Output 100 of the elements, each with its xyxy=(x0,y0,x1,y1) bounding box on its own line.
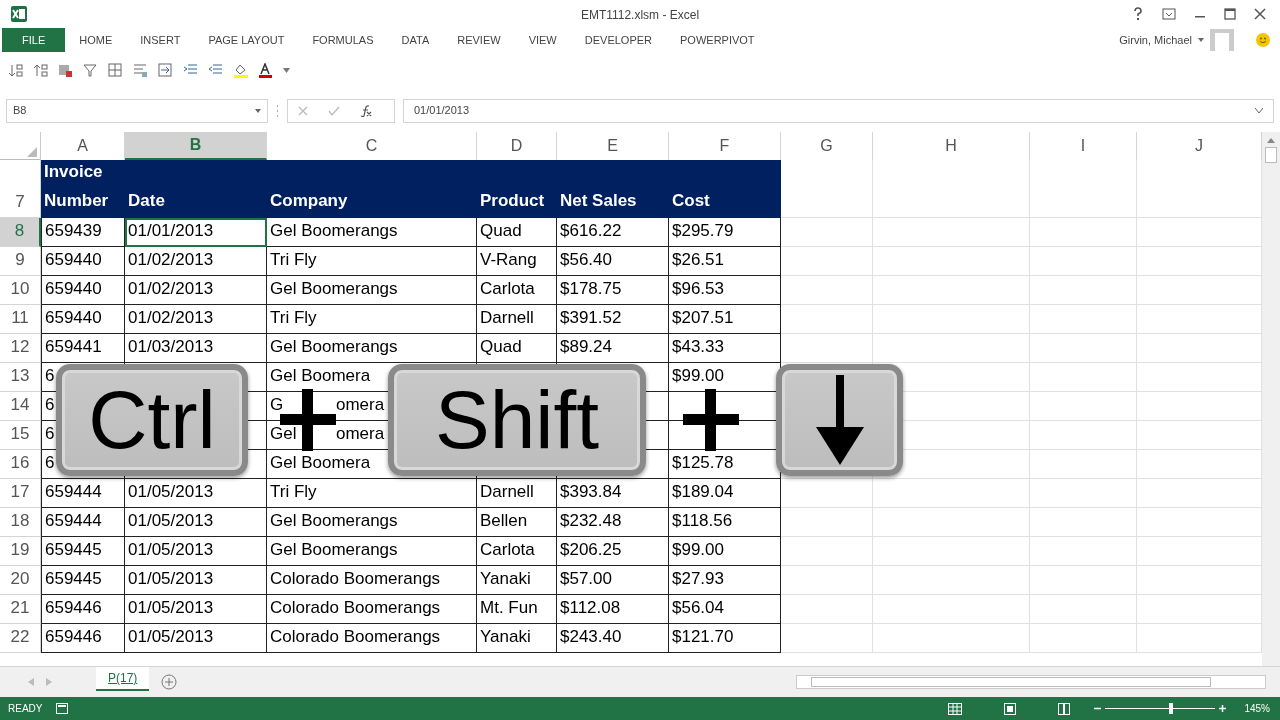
font-color-icon[interactable] xyxy=(258,63,273,79)
table-cell: 659445 xyxy=(41,537,125,567)
sort-descending-icon[interactable] xyxy=(33,63,48,79)
maximize-icon[interactable] xyxy=(1224,7,1236,20)
table-cell: V-Rang xyxy=(477,247,557,277)
ribbon-tab[interactable]: HOME xyxy=(65,27,127,52)
page-layout-view-icon[interactable] xyxy=(1004,702,1017,715)
table-cell: 659445 xyxy=(41,566,125,596)
expand-caret-icon[interactable] xyxy=(1255,108,1263,114)
table-cell: Gel Boomerangs xyxy=(267,334,477,364)
insert-function-icon[interactable] xyxy=(360,104,372,117)
sheet-tab[interactable]: P(17) xyxy=(96,667,150,692)
row-header[interactable]: 21 xyxy=(0,595,41,625)
borders-icon[interactable] xyxy=(108,63,123,79)
table-cell: $112.08 xyxy=(557,595,669,625)
customize-caret-icon[interactable] xyxy=(283,68,290,74)
sort-ascending-icon[interactable] xyxy=(8,63,23,79)
scroll-up-icon[interactable] xyxy=(1267,138,1275,144)
row-header[interactable]: 20 xyxy=(0,566,41,596)
filter-icon[interactable] xyxy=(83,63,98,79)
row-header[interactable]: 22 xyxy=(0,624,41,654)
row-header[interactable]: 9 xyxy=(0,247,41,277)
table-cell: 01/03/2013 xyxy=(125,334,267,364)
ribbon-tab[interactable]: FORMULAS xyxy=(298,27,388,52)
table-cell: Quad xyxy=(477,334,557,364)
excel-logo-icon[interactable] xyxy=(10,4,28,23)
zoom-thumb[interactable] xyxy=(1169,703,1173,715)
dropdown-caret-icon[interactable] xyxy=(255,108,261,113)
ribbon-tab[interactable]: INSERT xyxy=(126,27,195,52)
ribbon-tab[interactable]: PAGE LAYOUT xyxy=(194,27,299,52)
column-header[interactable]: C xyxy=(267,132,477,161)
table-cell: Mt. Fun xyxy=(477,595,557,625)
row-header[interactable]: 17 xyxy=(0,479,41,509)
row-header[interactable]: 10 xyxy=(0,276,41,306)
row-header[interactable]: 12 xyxy=(0,334,41,364)
smiley-icon[interactable] xyxy=(1256,32,1270,47)
ribbon-tab[interactable]: DEVELOPER xyxy=(570,27,666,52)
cell-reference: B8 xyxy=(13,103,27,119)
table-cell: $295.79 xyxy=(669,218,781,248)
header-cell: Product xyxy=(477,160,557,219)
table-cell: Yanaki xyxy=(477,624,557,654)
help-icon[interactable] xyxy=(1132,6,1144,21)
macro-record-icon[interactable] xyxy=(56,703,69,715)
ribbon-display-icon[interactable] xyxy=(1162,7,1176,20)
zoom-level[interactable]: 145% xyxy=(1244,701,1270,717)
table-cell: Colorado Boomerangs xyxy=(267,566,477,596)
formula-field[interactable]: 01/01/2013 xyxy=(403,98,1274,123)
ribbon-tab[interactable]: REVIEW xyxy=(443,27,515,52)
name-box[interactable]: B8 xyxy=(6,98,268,123)
fill-color-icon[interactable] xyxy=(233,63,248,79)
table-cell: Carlota xyxy=(477,537,557,567)
account-name[interactable]: Girvin, Michael xyxy=(1119,31,1192,49)
row-header[interactable]: 11 xyxy=(0,305,41,335)
row-header[interactable]: 13 xyxy=(0,363,41,393)
format-painter-icon[interactable] xyxy=(58,63,73,79)
scroll-thumb[interactable] xyxy=(1265,147,1277,164)
table-cell: Bellen xyxy=(477,508,557,538)
row-header[interactable]: 16 xyxy=(0,450,41,480)
row-header[interactable]: 19 xyxy=(0,537,41,567)
merge-cells-icon[interactable] xyxy=(158,63,173,79)
column-header[interactable]: B xyxy=(125,132,267,161)
normal-view-icon[interactable] xyxy=(948,702,963,715)
table-cell: $232.48 xyxy=(557,508,669,538)
table-cell: $189.04 xyxy=(669,479,781,509)
add-sheet-icon[interactable] xyxy=(161,674,178,691)
table-cell: $96.53 xyxy=(669,276,781,306)
table-cell: 659440 xyxy=(41,276,125,306)
column-header[interactable]: E xyxy=(557,132,669,161)
table-cell: Yanaki xyxy=(477,566,557,596)
horizontal-scrollbar[interactable] xyxy=(796,675,1266,690)
column-header[interactable]: D xyxy=(477,132,557,161)
file-tab[interactable]: FILE xyxy=(2,27,66,52)
row-header[interactable]: 14 xyxy=(0,392,41,422)
table-cell: $243.40 xyxy=(557,624,669,654)
ribbon-tab[interactable]: DATA xyxy=(387,27,444,52)
table-cell: 01/05/2013 xyxy=(125,624,267,654)
table-cell: $99.00 xyxy=(669,537,781,567)
caret-icon[interactable] xyxy=(1198,37,1204,42)
table-cell: Darnell xyxy=(477,305,557,335)
ribbon-tab[interactable]: VIEW xyxy=(514,27,571,52)
column-header[interactable]: G xyxy=(781,132,873,161)
table-cell: 01/02/2013 xyxy=(125,276,267,306)
row-header[interactable]: 8 xyxy=(0,218,41,248)
column-header[interactable]: F xyxy=(669,132,781,161)
column-header[interactable]: A xyxy=(41,132,125,161)
table-cell: $393.84 xyxy=(557,479,669,509)
keyboard-key: Ctrl xyxy=(56,364,248,476)
table-cell: Gel Boomerangs xyxy=(267,276,477,306)
row-header[interactable]: 18 xyxy=(0,508,41,538)
column-header[interactable]: J xyxy=(1137,132,1262,161)
zoom-in-icon[interactable] xyxy=(1219,705,1227,713)
row-header[interactable]: 15 xyxy=(0,421,41,451)
ribbon-tab[interactable]: POWERPIVOT xyxy=(666,27,769,52)
close-icon[interactable] xyxy=(1254,7,1266,20)
column-header[interactable]: I xyxy=(1030,132,1137,161)
page-break-view-icon[interactable] xyxy=(1058,702,1071,715)
keyboard-key: Shift xyxy=(388,364,646,476)
table-cell: $56.04 xyxy=(669,595,781,625)
zoom-slider[interactable] xyxy=(1105,703,1216,715)
column-header[interactable]: H xyxy=(873,132,1030,161)
